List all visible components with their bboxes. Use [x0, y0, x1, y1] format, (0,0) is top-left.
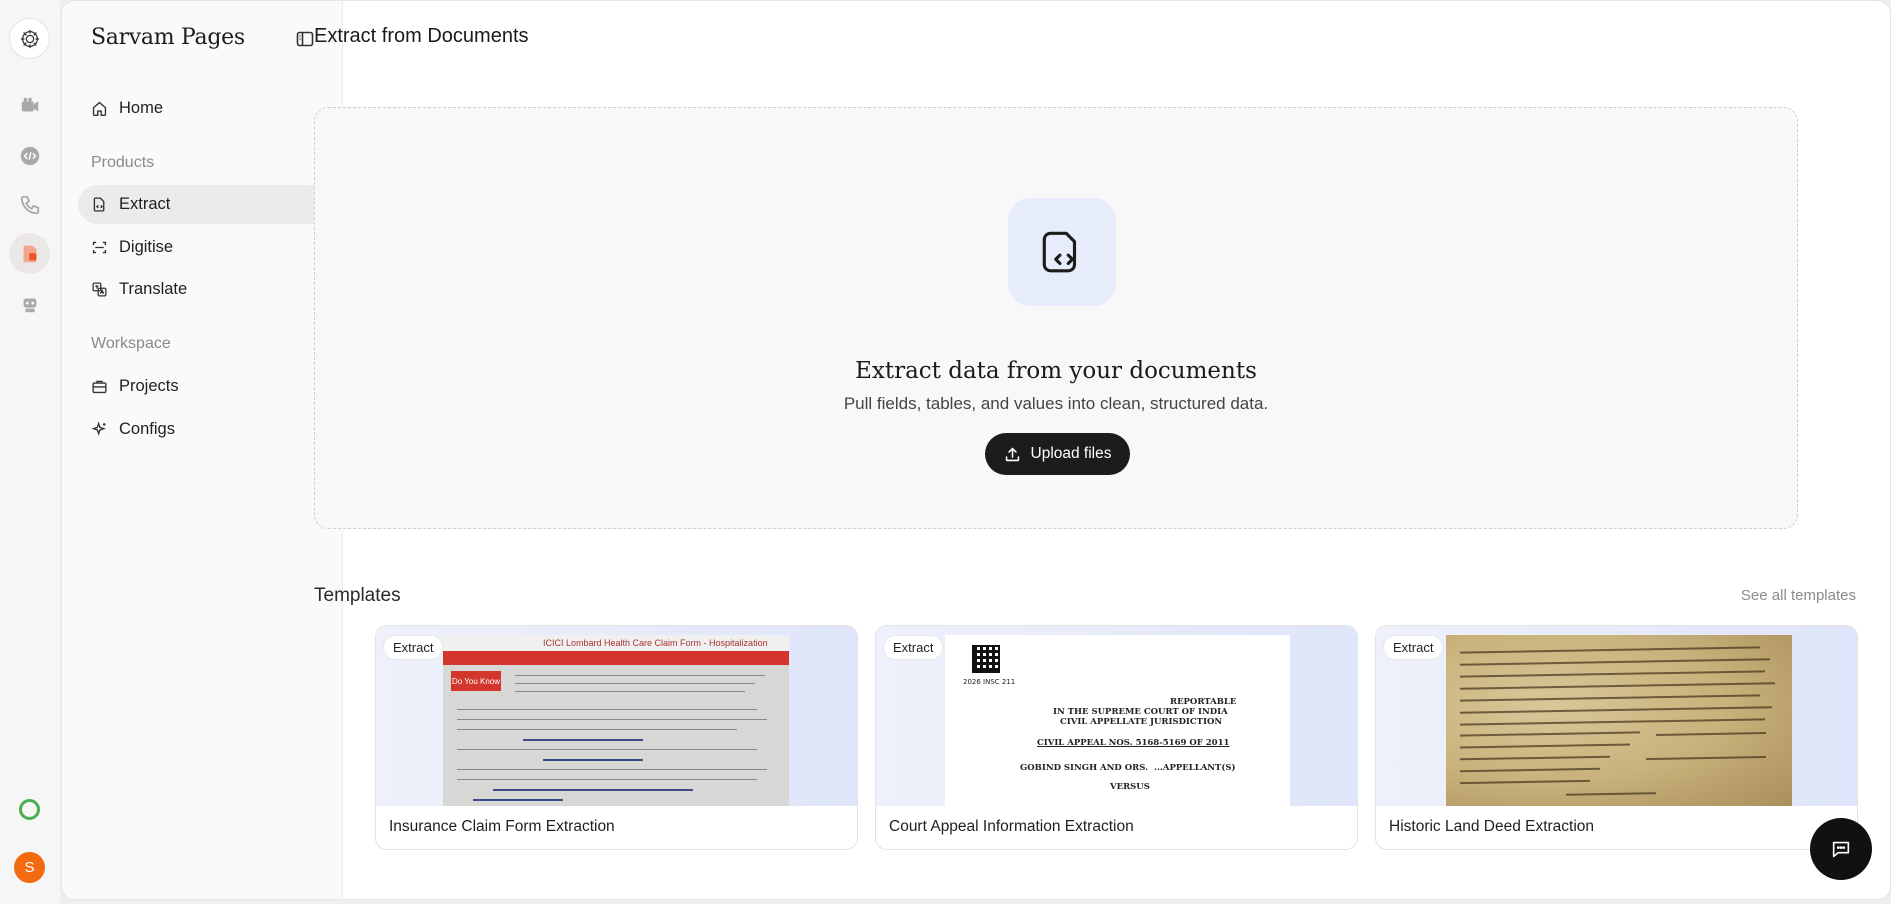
sidebar-item-extract[interactable]: Extract	[78, 185, 330, 224]
handwriting-line	[543, 759, 643, 761]
sidebar-item-label: Digitise	[119, 238, 174, 256]
template-name: Insurance Claim Form Extraction	[389, 818, 615, 835]
script-line	[1460, 731, 1640, 737]
qr-code-icon	[972, 645, 1000, 673]
script-line	[1460, 718, 1765, 726]
template-card-insurance[interactable]: ICICI Lombard Health Care Claim Form - H…	[375, 625, 858, 850]
insurance-form-callout: Do You Know	[451, 671, 501, 691]
phone-icon[interactable]	[9, 184, 50, 225]
template-thumbnail: ICICI Lombard Health Care Claim Form - H…	[376, 626, 857, 806]
products-heading: Products	[91, 154, 155, 171]
court-code: 2026 INSC 211	[963, 678, 1016, 686]
insurance-form-image: ICICI Lombard Health Care Claim Form - H…	[443, 635, 789, 806]
extract-document-icon	[1008, 198, 1116, 306]
insurance-form-banner	[443, 651, 789, 665]
template-badge: Extract	[884, 636, 943, 659]
sidebar-item-label: Projects	[119, 377, 179, 395]
page-title: Extract from Documents	[314, 25, 529, 47]
sparkle-icon	[91, 421, 106, 436]
form-line	[457, 729, 737, 730]
sidebar-toggle-icon[interactable]	[295, 29, 315, 49]
sidebar-item-configs[interactable]: Configs	[78, 410, 330, 449]
sidebar-item-projects[interactable]: Projects	[78, 367, 330, 406]
sidebar-item-label: Home	[119, 99, 164, 117]
handwriting-line	[473, 799, 563, 801]
upload-dropzone[interactable]: Extract data from your documents Pull fi…	[314, 107, 1798, 529]
form-line	[457, 769, 767, 770]
template-badge: Extract	[1384, 636, 1443, 659]
see-all-templates-link[interactable]: See all templates	[1741, 587, 1856, 604]
template-badge: Extract	[384, 636, 443, 659]
workspace-heading: Workspace	[91, 335, 171, 352]
script-line	[1565, 792, 1657, 796]
dropzone-heading: Extract data from your documents	[855, 358, 1257, 384]
templates-title: Templates	[314, 585, 401, 606]
land-deed-image	[1446, 635, 1792, 806]
sidebar-item-translate[interactable]: Translate	[78, 270, 330, 309]
template-thumbnail: 2026 INSC 211 REPORTABLE IN THE SUPREME …	[876, 626, 1357, 806]
script-line	[1460, 658, 1770, 666]
upload-files-label: Upload files	[1030, 445, 1112, 462]
script-line	[1655, 732, 1767, 736]
template-thumbnail: Extract	[1376, 626, 1857, 806]
form-line	[515, 683, 755, 684]
handwriting-line	[523, 739, 643, 741]
script-line	[1459, 779, 1591, 784]
sidebar: Sarvam Pages Home Products Extract Digit…	[62, 1, 343, 899]
sarvam-logo-icon[interactable]	[9, 18, 50, 59]
icon-rail: S	[0, 0, 60, 904]
form-line	[457, 709, 757, 710]
code-icon[interactable]	[9, 135, 50, 176]
sidebar-item-home[interactable]: Home	[78, 89, 330, 128]
sidebar-item-label: Extract	[119, 195, 171, 213]
court-versus: VERSUS	[1110, 782, 1150, 792]
script-line	[1459, 767, 1601, 772]
status-indicator-icon	[19, 799, 40, 820]
script-line	[1460, 646, 1760, 654]
pages-icon[interactable]	[9, 233, 50, 274]
court-party: GOBIND SINGH AND ORS.	[1020, 763, 1149, 773]
insurance-form-header: ICICI Lombard Health Care Claim Form - H…	[443, 635, 789, 651]
upload-icon	[1005, 446, 1019, 461]
sidebar-item-label: Configs	[119, 420, 175, 438]
court-appeal-number: CIVIL APPEAL NOS. 5168-5169 OF 2011	[1037, 738, 1230, 748]
script-line	[1460, 694, 1760, 702]
court-jurisdiction: CIVIL APPELLATE JURISDICTION	[1060, 717, 1223, 727]
script-line	[1645, 755, 1767, 760]
video-icon[interactable]	[9, 85, 50, 126]
court-document-image: 2026 INSC 211 REPORTABLE IN THE SUPREME …	[945, 635, 1290, 806]
script-line	[1459, 755, 1611, 760]
avatar[interactable]: S	[14, 852, 45, 883]
translate-icon	[92, 282, 107, 297]
form-line	[457, 779, 757, 780]
briefcase-icon	[92, 380, 107, 394]
template-card-land-deed[interactable]: Extract Historic Land Deed Extraction	[1375, 625, 1858, 850]
form-line	[457, 749, 757, 750]
chat-button[interactable]	[1810, 818, 1872, 880]
template-card-court-appeal[interactable]: 2026 INSC 211 REPORTABLE IN THE SUPREME …	[875, 625, 1358, 850]
court-role: ...APPELLANT(S)	[1154, 763, 1236, 773]
script-line	[1459, 743, 1631, 748]
court-name: IN THE SUPREME COURT OF INDIA	[1053, 707, 1228, 717]
template-name: Court Appeal Information Extraction	[889, 818, 1134, 835]
home-icon	[92, 101, 107, 116]
script-line	[1460, 670, 1765, 678]
script-line	[1460, 682, 1775, 690]
script-line	[1460, 706, 1772, 714]
form-line	[457, 719, 767, 720]
template-name: Historic Land Deed Extraction	[1389, 818, 1595, 835]
form-line	[515, 675, 765, 676]
form-line	[515, 691, 745, 692]
dropzone-subheading: Pull fields, tables, and values into cle…	[843, 394, 1269, 413]
scan-icon	[92, 241, 107, 254]
chat-icon	[1832, 841, 1850, 858]
court-reportable: REPORTABLE	[1170, 697, 1237, 707]
handwriting-line	[493, 789, 693, 791]
brand-title: Sarvam Pages	[91, 25, 245, 50]
robot-icon[interactable]	[9, 283, 50, 324]
sidebar-item-label: Translate	[119, 280, 188, 298]
extract-icon	[93, 197, 105, 212]
upload-files-button[interactable]: Upload files	[985, 433, 1130, 475]
sidebar-item-digitise[interactable]: Digitise	[78, 228, 330, 267]
